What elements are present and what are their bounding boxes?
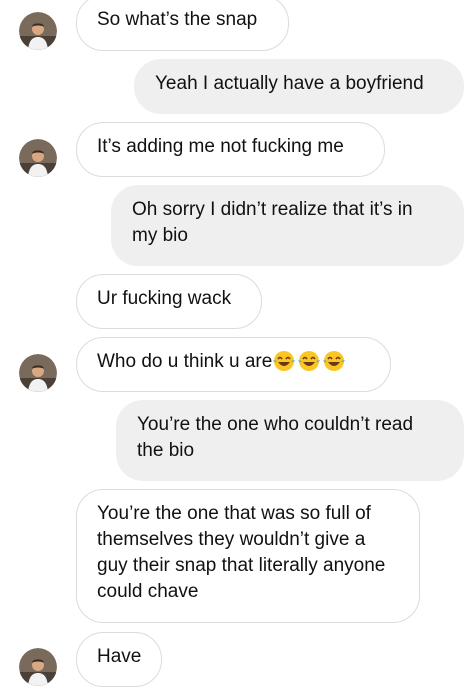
avatar-icon — [19, 12, 57, 50]
message-text: So what’s the snap — [97, 9, 258, 30]
avatar-icon — [19, 139, 57, 177]
message-bubble[interactable]: Who do u think u are — [76, 337, 391, 392]
message-bubble[interactable]: Have — [76, 632, 162, 687]
message-bubble[interactable]: It’s adding me not fucking me — [76, 122, 385, 177]
face-with-tears-of-joy-icon — [273, 351, 346, 371]
message-text: It’s adding me not fucking me — [97, 136, 344, 157]
message-text: You’re the one who couldn’t read the bio — [137, 414, 414, 461]
avatar-icon — [19, 354, 57, 392]
message-text: Yeah I actually have a boyfriend — [155, 73, 424, 94]
message-bubble[interactable]: Oh sorry I didn’t realize that it’s in m… — [111, 185, 464, 266]
message-bubble[interactable]: Yeah I actually have a boyfriend — [134, 59, 464, 114]
sender-avatar[interactable] — [19, 139, 57, 177]
sender-avatar[interactable] — [19, 648, 57, 686]
emoji-group — [273, 350, 346, 372]
avatar-icon — [19, 648, 57, 686]
message-bubble[interactable]: You’re the one that was so full of thems… — [76, 489, 420, 623]
message-text: Who do u think u are — [97, 351, 273, 372]
message-text: Ur fucking wack — [97, 288, 232, 309]
message-bubble[interactable]: Ur fucking wack — [76, 274, 262, 329]
message-text: You’re the one that was so full of thems… — [97, 503, 386, 602]
sender-avatar[interactable] — [19, 12, 57, 50]
message-bubble[interactable]: You’re the one who couldn’t read the bio — [116, 400, 464, 481]
message-text: Oh sorry I didn’t realize that it’s in m… — [132, 199, 413, 246]
message-bubble[interactable]: So what’s the snap — [76, 0, 289, 51]
sender-avatar[interactable] — [19, 354, 57, 392]
message-text: Have — [97, 646, 142, 667]
